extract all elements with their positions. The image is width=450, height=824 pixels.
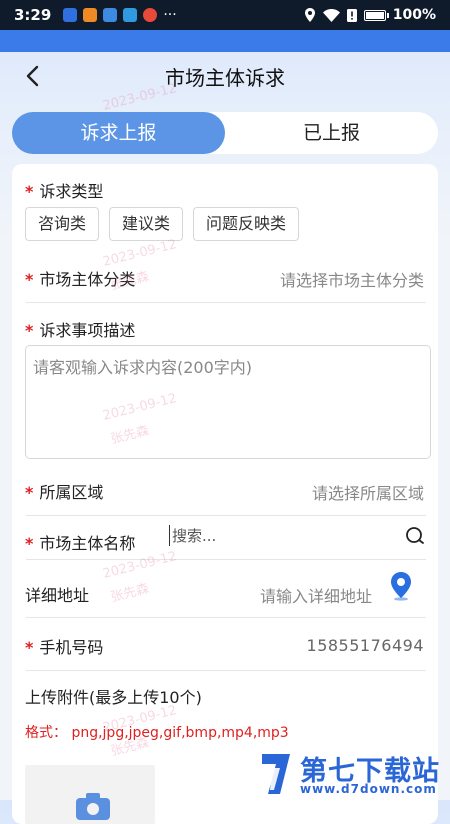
phone-label-text: 手机号码 — [39, 638, 104, 657]
entity-name-label: * 市场主体名称 — [25, 530, 135, 554]
option-suggestion[interactable]: 建议类 — [109, 207, 184, 241]
region-select[interactable]: 请选择所属区域 — [312, 480, 424, 504]
tab-report-appeal[interactable]: 诉求上报 — [12, 112, 225, 154]
divider — [26, 302, 426, 303]
location-status-icon — [304, 8, 315, 22]
entity-category-select[interactable]: 请选择市场主体分类 — [280, 267, 424, 291]
required-mark: * — [25, 638, 34, 657]
wifi-icon — [322, 8, 340, 22]
app-notification-icon — [83, 8, 98, 22]
more-notifications-icon: ··· — [163, 7, 177, 23]
battery-icon — [363, 9, 389, 21]
navigation-bar: 市场主体诉求 — [0, 52, 450, 100]
weibo-icon — [143, 8, 158, 22]
option-problem-report[interactable]: 问题反映类 — [193, 207, 300, 241]
description-label-text: 诉求事项描述 — [39, 321, 136, 340]
tab-bar: 诉求上报 已上报 — [12, 112, 438, 154]
address-input[interactable]: 请输入详细地址 — [260, 583, 372, 607]
header-accent-strip — [0, 30, 450, 52]
description-label: * 诉求事项描述 — [25, 317, 135, 341]
required-mark: * — [25, 483, 34, 502]
entity-name-label-text: 市场主体名称 — [39, 534, 136, 553]
attachments-label: 上传附件(最多上传10个) — [25, 688, 202, 707]
divider — [26, 617, 426, 618]
phone-label: * 手机号码 — [25, 634, 103, 658]
logo-mark-icon — [262, 754, 290, 794]
divider — [26, 559, 426, 560]
phone-input[interactable]: 15855176494 — [307, 636, 424, 655]
site-logo: 第七下载站 www.d7down.com — [256, 748, 450, 800]
search-icon[interactable] — [404, 525, 426, 547]
required-mark: * — [25, 270, 34, 289]
divider — [26, 515, 426, 516]
divider — [26, 670, 426, 671]
entity-category-label-text: 市场主体分类 — [39, 270, 136, 289]
app-notification-icon — [103, 8, 118, 22]
sim-alert-icon — [346, 8, 357, 22]
camera-icon — [76, 793, 110, 820]
status-left: 3:29 ··· — [14, 6, 177, 24]
status-time: 3:29 — [14, 6, 52, 24]
region-label-text: 所属区域 — [39, 483, 104, 502]
description-textarea[interactable]: 请客观输入诉求内容(200字内) — [25, 345, 431, 459]
upload-attachment-button[interactable] — [25, 765, 155, 824]
appeal-type-options: 咨询类 建议类 问题反映类 — [25, 207, 300, 241]
required-mark: * — [25, 182, 34, 201]
appeal-type-label-text: 诉求类型 — [39, 182, 104, 201]
appeal-type-label: * 诉求类型 — [25, 178, 103, 202]
required-mark: * — [25, 321, 34, 340]
status-right: 100% — [304, 7, 436, 23]
tab-reported[interactable]: 已上报 — [225, 112, 438, 154]
page-title: 市场主体诉求 — [165, 65, 285, 90]
option-consult[interactable]: 咨询类 — [25, 207, 100, 241]
address-label: 详细地址 — [25, 586, 90, 605]
attachment-format-hint: 格式： png,jpg,jpeg,gif,bmp,mp4,mp3 — [25, 725, 289, 741]
required-mark: * — [25, 534, 34, 553]
entity-name-search-input[interactable]: 搜索... — [169, 525, 216, 546]
app-notification-icon — [123, 8, 138, 22]
region-label: * 所属区域 — [25, 479, 103, 503]
appeal-form: * 诉求类型 咨询类 建议类 问题反映类 * 市场主体分类 请选择市场主体分类 * 诉… — [12, 164, 438, 824]
battery-level — [365, 11, 384, 19]
chevron-left-icon[interactable] — [22, 64, 46, 88]
logo-url: www.d7down.com — [300, 782, 437, 796]
location-pin-icon[interactable] — [388, 571, 414, 601]
battery-percent: 100% — [392, 7, 436, 23]
entity-category-label: * 市场主体分类 — [25, 266, 135, 290]
app-notification-icon — [63, 8, 78, 22]
status-bar: 3:29 ··· 100% — [0, 0, 450, 30]
